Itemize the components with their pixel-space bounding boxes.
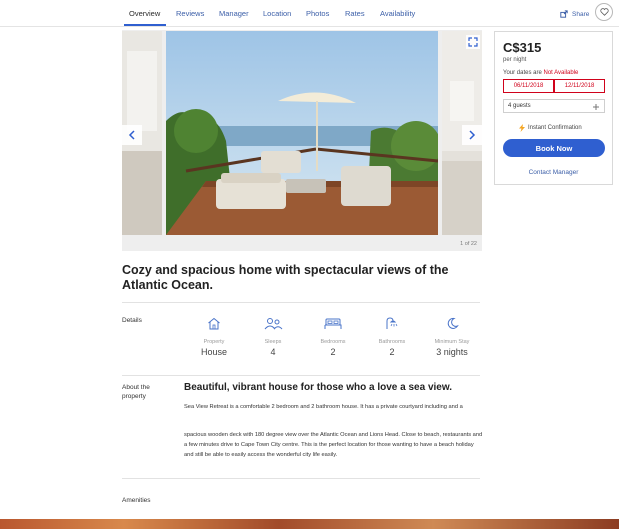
active-tab-indicator: [124, 24, 166, 26]
detail-minimum-stay: Minimum Stay 3 nights: [427, 317, 477, 357]
dates-availability-message: Your dates are Not Available: [503, 70, 578, 76]
book-now-button[interactable]: Book Now: [503, 139, 605, 157]
detail-label: Minimum Stay: [434, 339, 470, 345]
detail-label: Sleeps: [264, 339, 282, 345]
about-section-label: About the property: [122, 384, 150, 400]
instant-confirmation: Instant Confirmation: [519, 124, 582, 132]
tab-overview[interactable]: Overview: [129, 9, 160, 18]
tab-manager[interactable]: Manager: [219, 9, 249, 18]
detail-label: Bedrooms: [320, 339, 346, 345]
tab-photos[interactable]: Photos: [306, 9, 329, 18]
tab-reviews[interactable]: Reviews: [176, 9, 204, 18]
detail-sleeps: Sleeps 4: [248, 317, 298, 357]
about-paragraph: spacious wooden deck with 180 degree vie…: [184, 432, 483, 458]
share-icon: [560, 10, 568, 18]
detail-bedrooms: Bedrooms 2: [308, 317, 358, 357]
guests-value: 4 guests: [508, 103, 531, 109]
about-paragraph: Sea View Retreat is a comfortable 2 bedr…: [184, 404, 463, 410]
tab-availability[interactable]: Availability: [380, 9, 415, 18]
per-night-label: per night: [503, 57, 527, 63]
check-out-date-field[interactable]: 12/11/2018: [554, 79, 605, 93]
guests-field[interactable]: 4 guests: [503, 99, 605, 113]
favorite-button[interactable]: [595, 3, 613, 21]
detail-value: 3 nights: [436, 347, 468, 357]
nightly-price: C$315: [503, 40, 542, 55]
guests-stepper-icon: [593, 104, 599, 110]
heart-icon: [599, 8, 609, 16]
lightning-icon: [519, 124, 525, 132]
dates-prefix: Your dates are: [503, 70, 542, 76]
detail-value: 2: [330, 347, 336, 357]
detail-property: Property House: [189, 317, 239, 357]
share-label: Share: [572, 10, 590, 18]
chevron-right-icon: [469, 130, 476, 140]
photo-gallery: 1 of 22: [122, 30, 482, 251]
bed-icon: [324, 318, 342, 329]
detail-value: House: [200, 347, 227, 357]
divider: [122, 478, 480, 479]
people-icon: [264, 318, 283, 330]
top-navigation: Overview Reviews Manager Location Photos…: [0, 0, 619, 27]
about-heading: Beautiful, vibrant house for those who a…: [184, 382, 453, 393]
detail-value: 2: [389, 347, 395, 357]
house-icon: [208, 317, 220, 330]
divider: [122, 302, 480, 303]
previous-photo-button[interactable]: [122, 125, 142, 145]
detail-label: Property: [203, 339, 225, 345]
tab-rates[interactable]: Rates: [345, 9, 365, 18]
check-in-date-field[interactable]: 06/11/2018: [503, 79, 554, 93]
amenities-section-label: Amenities: [122, 497, 151, 504]
fullscreen-button[interactable]: [466, 35, 480, 49]
desktop-dock: [0, 519, 619, 529]
chevron-left-icon: [128, 130, 135, 140]
expand-icon: [466, 35, 480, 49]
next-photo-button[interactable]: [462, 125, 482, 145]
listing-title: Cozy and spacious home with spectacular …: [122, 263, 449, 292]
detail-bathrooms: Bathrooms 2: [367, 317, 417, 357]
dates-status: Not Available: [543, 70, 579, 76]
contact-manager-link[interactable]: Contact Manager: [495, 169, 612, 176]
instant-confirmation-label: Instant Confirmation: [528, 125, 582, 131]
booking-panel: C$315 per night Your dates are Not Avail…: [494, 31, 613, 185]
detail-label: Bathrooms: [378, 339, 406, 345]
moon-icon: [447, 317, 459, 329]
details-section-label: Details: [122, 317, 142, 324]
share-button[interactable]: Share: [560, 10, 589, 18]
shower-icon: [386, 317, 398, 329]
tab-location[interactable]: Location: [263, 9, 291, 18]
detail-value: 4: [270, 347, 276, 357]
divider: [122, 375, 480, 376]
main-photo[interactable]: [166, 31, 438, 235]
photo-counter: 1 of 22: [460, 241, 477, 247]
